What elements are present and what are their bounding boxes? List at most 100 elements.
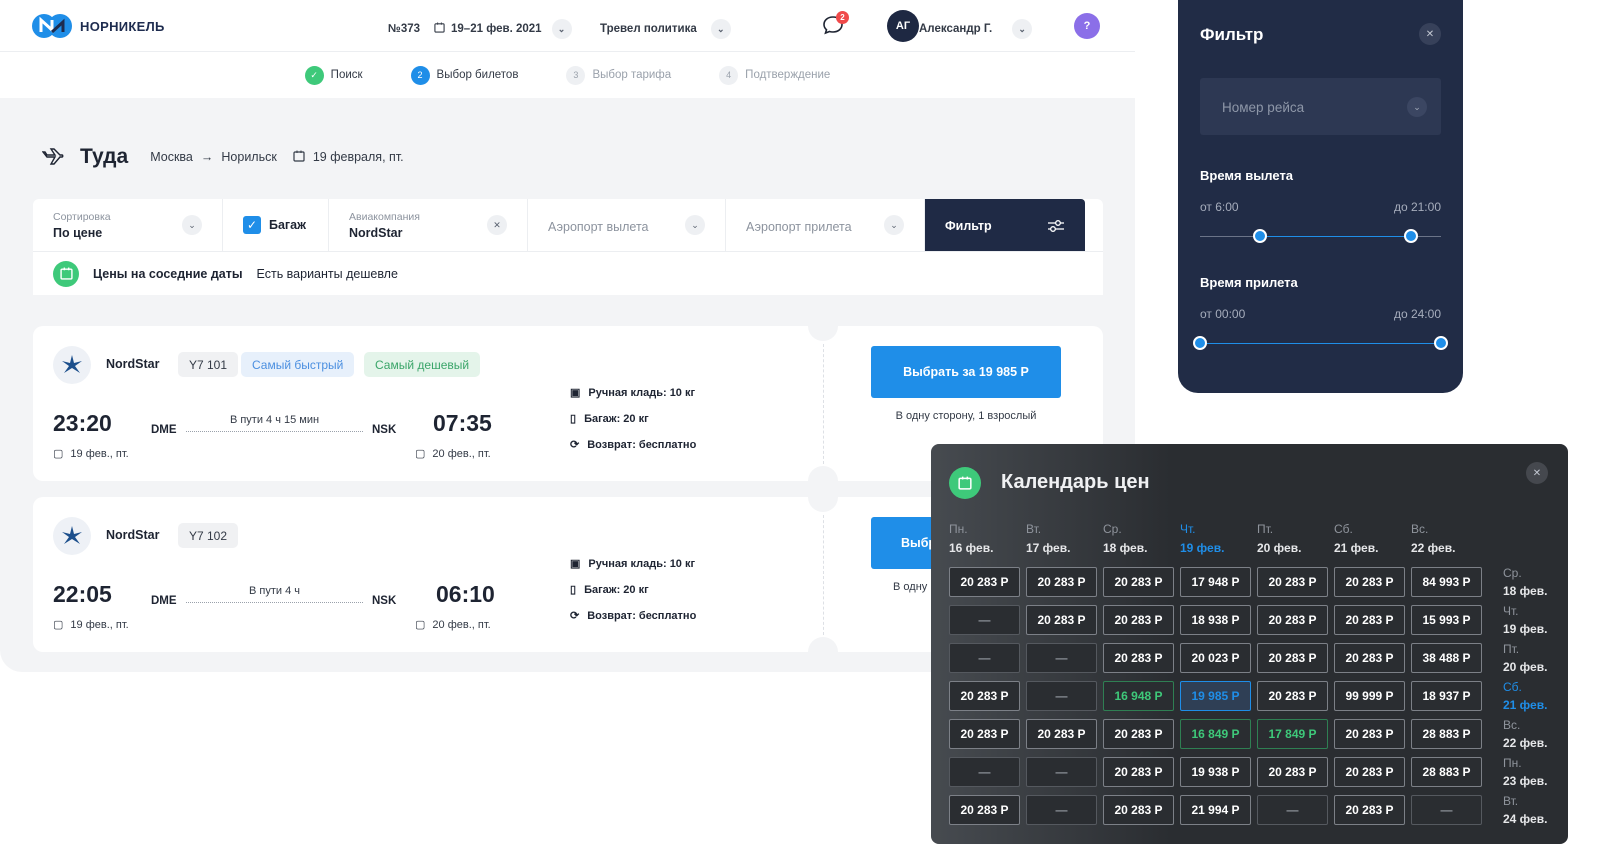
step-ticket-select[interactable]: 2 Выбор билетов [410,65,518,85]
step-search[interactable]: ✓ Поиск [304,65,363,85]
departure-time-slider[interactable] [1200,229,1441,243]
checkbox-checked-icon[interactable]: ✓ [243,216,261,234]
price-cell[interactable]: 20 283 Р [1103,643,1174,673]
price-cell[interactable]: 15 993 Р [1411,605,1482,635]
airline-name: NordStar [106,528,160,542]
user-menu[interactable]: Александр Г. ⌄ [919,19,1033,39]
company-logo[interactable]: НОРНИКЕЛЬ [32,12,165,40]
price-cell[interactable]: — [1026,681,1097,711]
step-fare-select[interactable]: 3 Выбор тарифа [566,65,671,85]
close-icon[interactable]: ✕ [1526,462,1548,484]
chevron-down-icon[interactable]: ⌄ [182,215,202,235]
departure-airport-dropdown[interactable]: Аэропорт вылета ⌄ [528,199,726,251]
filter-panel: Фильтр ✕ Номер рейса ⌄ Время вылета от 6… [1178,0,1463,393]
price-cell[interactable]: 20 283 Р [949,795,1020,825]
user-name: Александр Г. [919,23,993,35]
price-cell[interactable]: 20 283 Р [1257,605,1328,635]
price-cell[interactable]: — [1026,795,1097,825]
select-flight-button[interactable]: Выбрать за 19 985 Р [871,346,1061,398]
price-cell[interactable]: 18 938 Р [1180,605,1251,635]
price-cell[interactable]: 20 283 Р [1103,757,1174,787]
calendar-row-header: Ср. 18 фев. [1503,564,1547,600]
price-cell[interactable]: 20 283 Р [1334,605,1405,635]
price-cell[interactable]: 20 283 Р [1334,643,1405,673]
user-avatar[interactable]: АГ [887,10,919,42]
arrival-airport-dropdown[interactable]: Аэропорт прилета ⌄ [726,199,925,251]
price-cell[interactable]: 17 948 Р [1180,567,1251,597]
close-icon[interactable]: ✕ [1419,23,1441,45]
filter-button[interactable]: Фильтр [925,199,1085,253]
nearby-dates-text: Есть варианты дешевле [256,266,398,281]
price-cell[interactable]: — [949,605,1020,635]
slider-handle-max[interactable] [1434,336,1448,350]
price-cell[interactable]: 38 488 Р [1411,643,1482,673]
price-cell[interactable]: — [949,643,1020,673]
help-button[interactable]: ? [1074,13,1100,39]
departure-date-text: 19 фев., пт. [70,618,129,631]
slider-handle-min[interactable] [1193,336,1207,350]
step-confirm[interactable]: 4 Подтверждение [719,65,830,85]
chevron-down-icon[interactable]: ⌄ [884,215,904,235]
sort-dropdown[interactable]: Сортировка По цене ⌄ [33,199,223,251]
price-cell[interactable]: 20 283 Р [1334,567,1405,597]
price-cell[interactable]: 20 283 Р [1257,643,1328,673]
price-cell[interactable]: 20 023 Р [1180,643,1251,673]
booking-steps: ✓ Поиск 2 Выбор билетов 3 Выбор тарифа 4… [0,52,1135,98]
chevron-down-icon[interactable]: ⌄ [1012,19,1033,39]
price-cell[interactable]: 99 999 Р [1334,681,1405,711]
price-cell[interactable]: 19 985 Р [1180,681,1251,711]
travel-policy-menu[interactable]: Тревел политика ⌄ [600,19,731,39]
calendar-column-header: Вс. 22 фев. [1411,520,1455,558]
arrival-date: ▢ 20 фев., пт. [415,447,491,461]
chevron-down-icon[interactable]: ⌄ [1407,97,1427,117]
price-cell[interactable]: 20 283 Р [1026,567,1097,597]
airline-filter[interactable]: Авиакомпания NordStar ✕ [329,199,528,251]
price-cell[interactable]: 16 948 Р [1103,681,1174,711]
price-cell[interactable]: — [1026,643,1097,673]
price-cell[interactable]: 20 283 Р [1103,567,1174,597]
price-cell[interactable]: 20 283 Р [1334,757,1405,787]
clear-icon[interactable]: ✕ [487,215,507,235]
price-cell[interactable]: 20 283 Р [1334,719,1405,749]
price-cell[interactable]: 28 883 Р [1411,757,1482,787]
price-cell[interactable]: 84 993 Р [1411,567,1482,597]
chat-button[interactable]: 2 [822,11,849,38]
flight-number-dropdown[interactable]: Номер рейса ⌄ [1200,78,1441,135]
price-cell[interactable]: 20 283 Р [949,567,1020,597]
airline-logo [53,346,91,384]
chevron-down-icon[interactable]: ⌄ [551,19,572,39]
card-notch [808,637,838,667]
price-cell[interactable]: 20 283 Р [1103,719,1174,749]
price-cell[interactable]: 20 283 Р [949,681,1020,711]
price-cell[interactable]: 19 938 Р [1180,757,1251,787]
price-cell[interactable]: 20 283 Р [1257,567,1328,597]
price-cell[interactable]: 20 283 Р [1257,757,1328,787]
price-cell[interactable]: — [1026,757,1097,787]
price-cell[interactable]: — [1257,795,1328,825]
price-cell[interactable]: 20 283 Р [1103,605,1174,635]
price-cell[interactable]: 20 283 Р [1257,681,1328,711]
price-cell[interactable]: 21 994 Р [1180,795,1251,825]
slider-handle-max[interactable] [1403,229,1418,243]
price-cell[interactable]: — [949,757,1020,787]
chevron-down-icon[interactable]: ⌄ [685,215,705,235]
price-cell[interactable]: 20 283 Р [1103,795,1174,825]
slider-range [1260,236,1411,237]
price-cell[interactable]: 20 283 Р [949,719,1020,749]
trip-selector[interactable]: №373 19–21 фев. 2021 ⌄ [388,19,572,39]
price-cell[interactable]: 20 283 Р [1026,605,1097,635]
price-cell[interactable]: 20 283 Р [1334,795,1405,825]
price-cell[interactable]: 20 283 Р [1026,719,1097,749]
baggage-checkbox[interactable]: ✓ Багаж [223,199,329,251]
chevron-down-icon[interactable]: ⌄ [710,19,731,39]
price-cell[interactable]: 18 937 Р [1411,681,1482,711]
price-cell[interactable]: — [1411,795,1482,825]
trip-number: №373 [388,23,421,35]
slider-handle-min[interactable] [1253,229,1268,243]
price-cell[interactable]: 16 849 Р [1180,719,1251,749]
price-cell[interactable]: 28 883 Р [1411,719,1482,749]
calendar-icon: ▢ [53,448,64,460]
nearby-dates-banner[interactable]: Цены на соседние даты Есть варианты деше… [33,251,1103,295]
price-cell[interactable]: 17 849 Р [1257,719,1328,749]
arrival-time-slider[interactable] [1193,336,1448,350]
